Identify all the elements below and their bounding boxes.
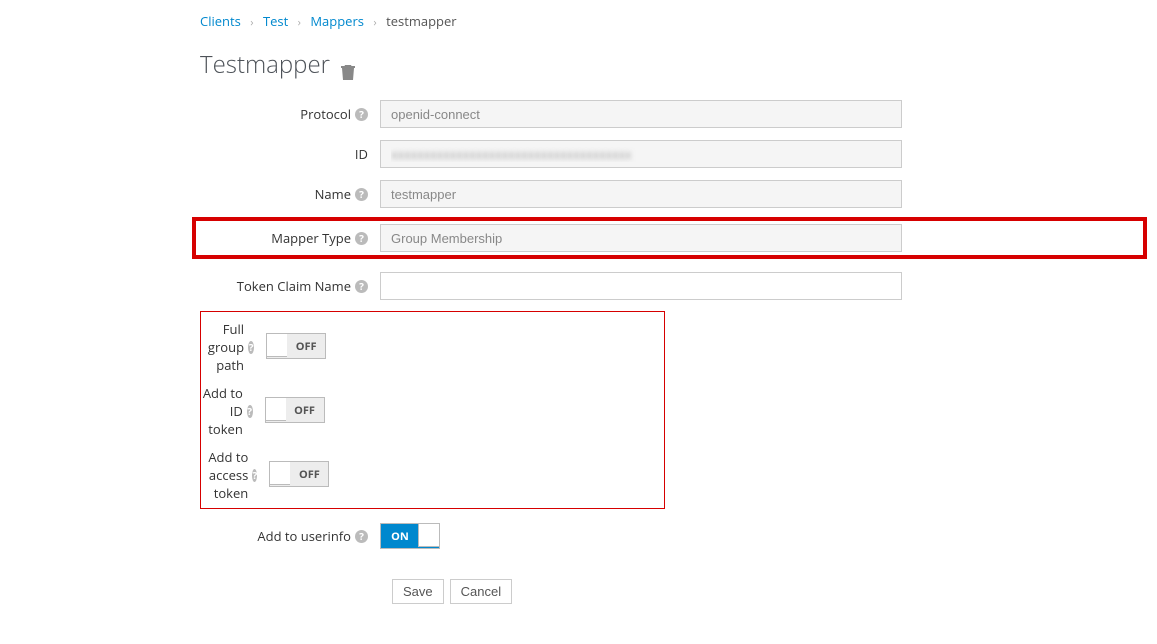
breadcrumb: Clients › Test › Mappers › testmapper [200, 12, 1157, 30]
help-icon[interactable]: ? [247, 405, 253, 418]
input-mapper-type [380, 224, 902, 252]
toggle-add-access-token[interactable]: OFF [269, 461, 329, 487]
trash-icon[interactable] [340, 56, 356, 74]
help-icon[interactable]: ? [355, 280, 368, 293]
input-protocol [380, 100, 902, 128]
toggle-add-id-token[interactable]: OFF [265, 397, 325, 423]
label-mapper-type: Mapper Type [271, 229, 351, 247]
input-name [380, 180, 902, 208]
chevron-right-icon: › [250, 15, 253, 30]
field-token-claim-name: Token Claim Name ? [200, 271, 1157, 301]
breadcrumb-link-clients[interactable]: Clients [200, 12, 241, 30]
page-title: Testmapper [200, 48, 1157, 81]
breadcrumb-current: testmapper [386, 12, 457, 30]
field-add-userinfo: Add to userinfo ? ON [200, 521, 1157, 551]
save-button[interactable]: Save [392, 579, 444, 604]
field-protocol: Protocol ? [200, 99, 1157, 129]
help-icon[interactable]: ? [248, 341, 254, 354]
field-add-id-token: Add to ID token ? OFF [201, 384, 664, 438]
toggle-full-group-path[interactable]: OFF [266, 333, 326, 359]
toggle-label: ON [381, 524, 419, 548]
help-icon[interactable]: ? [252, 469, 257, 482]
label-protocol: Protocol [300, 105, 351, 123]
label-add-userinfo: Add to userinfo [257, 527, 351, 545]
field-full-group-path: Full group path ? OFF [201, 320, 664, 374]
toggle-label: OFF [286, 398, 324, 422]
field-mapper-type: Mapper Type ? [200, 223, 1157, 253]
label-add-id-token: Add to ID token [201, 384, 243, 438]
cancel-button[interactable]: Cancel [450, 579, 512, 604]
field-name: Name ? [200, 179, 1157, 209]
help-icon[interactable]: ? [355, 188, 368, 201]
label-id: ID [355, 145, 368, 163]
page-title-text: Testmapper [200, 48, 330, 81]
input-token-claim[interactable] [380, 272, 902, 300]
field-add-access-token: Add to access token ? OFF [201, 448, 664, 502]
help-icon[interactable]: ? [355, 530, 368, 543]
toggle-label: OFF [287, 334, 325, 358]
help-icon[interactable]: ? [355, 232, 368, 245]
breadcrumb-link-mappers[interactable]: Mappers [310, 12, 364, 30]
label-full-group-path: Full group path [201, 320, 244, 374]
input-id [380, 140, 902, 168]
toggle-group-highlighted: Full group path ? OFF Add to ID token ? [200, 311, 665, 509]
toggle-add-userinfo[interactable]: ON [380, 523, 440, 549]
field-id: ID [200, 139, 1157, 169]
label-token-claim: Token Claim Name [237, 277, 351, 295]
toggle-label: OFF [290, 462, 328, 486]
help-icon[interactable]: ? [355, 108, 368, 121]
label-name: Name [315, 185, 351, 203]
breadcrumb-link-test[interactable]: Test [263, 12, 288, 30]
label-add-access-token: Add to access token [201, 448, 248, 502]
chevron-right-icon: › [373, 15, 376, 30]
chevron-right-icon: › [298, 15, 301, 30]
